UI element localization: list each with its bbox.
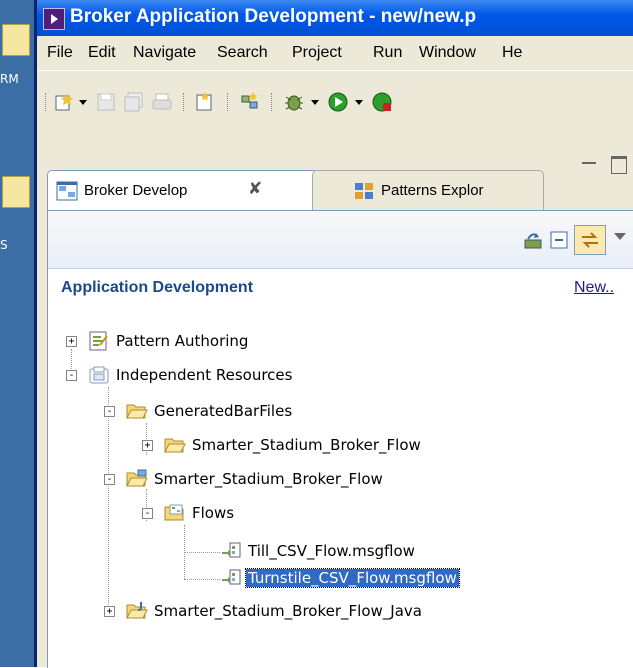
tree-item-label: Independent Resources [116, 366, 293, 384]
tree-connector [108, 387, 109, 607]
java-project-icon [126, 602, 148, 619]
menu-search[interactable]: Search [217, 44, 268, 62]
folder-open-icon [126, 404, 148, 419]
tree-item-label: Smarter_Stadium_Broker_Flow [192, 436, 421, 454]
application-development-view: Application Development New.. + Pattern … [47, 210, 633, 668]
toolbar-separator [271, 93, 274, 111]
app-icon[interactable] [43, 8, 65, 30]
patterns-explorer-icon [355, 183, 373, 199]
print-icon[interactable] [151, 91, 173, 113]
tab-label: Patterns Explor [381, 182, 484, 199]
tree-item-label: GeneratedBarFiles [154, 402, 293, 420]
new-link[interactable]: New.. [574, 279, 614, 297]
desktop-label: RM [0, 72, 19, 86]
menu-project[interactable]: Project [292, 44, 342, 62]
desktop-background: RM S [0, 0, 36, 667]
menu-edit[interactable]: Edit [88, 44, 116, 62]
collapse-icon[interactable]: - [66, 370, 77, 381]
msgflow-icon [222, 569, 241, 585]
link-with-editor-toggle[interactable] [574, 225, 606, 255]
tab-broker-develop[interactable]: Broker Develop ✘ [47, 170, 319, 211]
tree-connector [184, 579, 220, 580]
tab-label: Broker Develop [84, 182, 188, 199]
toolbar-separator [183, 93, 186, 111]
close-icon[interactable]: ✘ [248, 179, 262, 199]
collapse-all-icon[interactable] [550, 231, 568, 249]
expand-icon[interactable]: + [104, 606, 115, 617]
new-wizard-icon[interactable] [53, 91, 75, 113]
desktop-folder-icon[interactable] [2, 24, 30, 56]
minimize-icon[interactable] [582, 162, 596, 164]
menu-bar: File Edit Navigate Search Project Run Wi… [37, 36, 633, 70]
expand-icon[interactable]: + [66, 336, 77, 347]
tree-item-label: Smarter_Stadium_Broker_Flow_Java [154, 602, 422, 620]
tree-item-label: Smarter_Stadium_Broker_Flow [154, 470, 383, 488]
external-tools-icon[interactable] [371, 91, 393, 113]
menu-help[interactable]: He [502, 44, 522, 62]
project-folder-icon [126, 469, 148, 487]
link-with-editor-icon [582, 232, 598, 248]
title-bar[interactable]: Broker Application Development - new/new… [37, 0, 633, 36]
tab-patterns-explorer[interactable]: Patterns Explor [312, 170, 544, 211]
expand-icon[interactable]: + [142, 440, 153, 451]
folder-icon [164, 438, 186, 453]
menu-file[interactable]: File [47, 44, 73, 62]
maximize-icon[interactable] [611, 156, 627, 174]
run-icon[interactable] [327, 91, 349, 113]
window-title: Broker Application Development - new/new… [70, 6, 477, 27]
tree-item-label: Pattern Authoring [116, 332, 249, 350]
save-all-icon[interactable] [123, 91, 145, 113]
run-dropdown-arrow[interactable] [355, 100, 363, 105]
menu-run[interactable]: Run [373, 44, 402, 62]
section-title: Application Development [61, 279, 254, 296]
msgflow-icon [222, 542, 241, 558]
new-flow-icon[interactable] [239, 91, 261, 113]
toolbar-separator [227, 93, 230, 111]
broker-develop-icon [56, 181, 78, 201]
debug-icon[interactable] [283, 91, 305, 113]
eclipse-window: Broker Application Development - new/new… [37, 0, 633, 668]
tree-item-label: Turnstile_CSV_Flow.msgflow [245, 568, 460, 588]
collapse-icon[interactable]: - [104, 406, 115, 417]
collapse-icon[interactable]: - [142, 508, 153, 519]
tree-connector [184, 552, 220, 553]
view-menu-chevron-down-icon[interactable] [614, 233, 626, 240]
new-file-icon[interactable] [193, 91, 215, 113]
desktop-folder-icon[interactable] [2, 176, 30, 208]
folder-resources-icon [89, 366, 109, 384]
collapse-icon[interactable]: - [104, 474, 115, 485]
menu-navigate[interactable]: Navigate [133, 44, 196, 62]
save-icon[interactable] [95, 91, 117, 113]
desktop-label: S [0, 238, 8, 252]
debug-dropdown-arrow[interactable] [311, 100, 319, 105]
menu-window[interactable]: Window [419, 44, 476, 62]
pattern-authoring-icon [89, 331, 108, 351]
toolbar-separator [45, 93, 48, 111]
flows-folder-icon [164, 504, 184, 521]
refresh-icon[interactable] [522, 229, 544, 251]
new-dropdown-arrow[interactable] [79, 100, 87, 105]
tree-item-label: Till_CSV_Flow.msgflow [248, 542, 415, 560]
tree-item-label: Flows [192, 504, 235, 522]
view-toolbar [48, 211, 633, 269]
main-toolbar [37, 70, 633, 127]
